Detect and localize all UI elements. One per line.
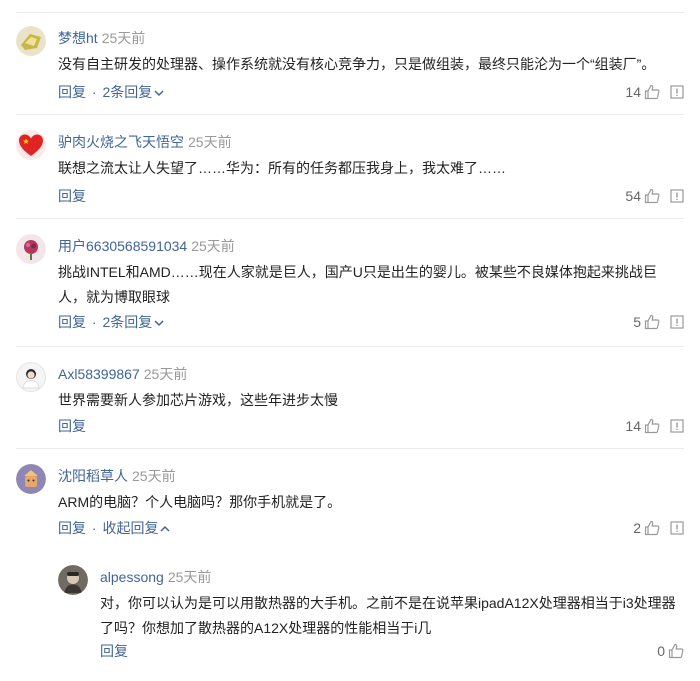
avatar[interactable] — [16, 464, 46, 494]
timestamp: 25天前 — [188, 134, 232, 150]
comment-actions: 回复 · 收起回复 — [58, 518, 170, 538]
comment-meta: 沈阳稻草人 25天前 — [58, 466, 176, 486]
comment-text: ARM的电脑？个人电脑吗？那你手机就是了。 — [58, 494, 342, 510]
report-icon[interactable] — [670, 189, 684, 203]
comment-actions: 回复 — [58, 416, 86, 436]
thumbs-up-icon[interactable] — [668, 643, 684, 659]
report-icon[interactable] — [670, 521, 684, 535]
comment-meta: alpessong 25天前 — [100, 567, 211, 587]
username[interactable]: 用户6630568591034 — [58, 238, 187, 254]
chevron-down-icon — [154, 90, 164, 97]
avatar[interactable] — [58, 565, 88, 595]
reply-button[interactable]: 回复 — [58, 84, 86, 100]
comment-meta: 用户6630568591034 25天前 — [58, 236, 235, 256]
chevron-down-icon — [154, 320, 164, 327]
comment-actions: 回复 · 2条回复 — [58, 312, 164, 332]
comment-item: 沈阳稻草人 25天前 ARM的电脑？个人电脑吗？那你手机就是了。 回复 · 收起回… — [16, 464, 684, 554]
reply-button[interactable]: 回复 — [100, 643, 128, 659]
comment-meta: 梦想ht 25天前 — [58, 28, 145, 48]
view-replies-label: 2条回复 — [102, 314, 153, 330]
comment-item: Axl58399867 25天前 世界需要新人参加芯片游戏，这些年进步太慢 回复 … — [16, 362, 684, 449]
comment-stats: 14 — [625, 416, 684, 436]
reply-button[interactable]: 回复 — [58, 520, 86, 536]
like-count: 2 — [633, 520, 641, 536]
comment-item: 用户6630568591034 25天前 挑战INTEL和AMD……现在人家就是巨… — [16, 234, 684, 347]
thumbs-up-icon[interactable] — [644, 314, 660, 330]
reply-button[interactable]: 回复 — [58, 314, 86, 330]
chevron-up-icon — [160, 526, 170, 532]
like-count: 54 — [625, 188, 641, 204]
view-replies-button[interactable]: 2条回复 — [102, 314, 164, 330]
comment-stats: 2 — [633, 518, 684, 538]
timestamp: 25天前 — [132, 468, 176, 484]
comment-item: 梦想ht 25天前 没有自主研发的处理器、操作系统就没有核心竞争力，只是做组装，最… — [16, 26, 684, 115]
username[interactable]: Axl58399867 — [58, 366, 140, 382]
report-icon[interactable] — [670, 315, 684, 329]
separator-dot: · — [91, 84, 97, 100]
reply-button[interactable]: 回复 — [58, 418, 86, 434]
avatar[interactable] — [16, 234, 46, 264]
report-icon[interactable] — [670, 419, 684, 433]
avatar[interactable] — [16, 130, 46, 160]
like-count: 0 — [657, 643, 665, 659]
view-replies-button[interactable]: 2条回复 — [102, 84, 164, 100]
comment-meta: Axl58399867 25天前 — [58, 364, 187, 384]
comment-stats: 14 — [625, 82, 684, 102]
thumbs-up-icon[interactable] — [644, 84, 660, 100]
comment-text: 世界需要新人参加芯片游戏，这些年进步太慢 — [58, 392, 338, 408]
comment-item: 驴肉火烧之飞天悟空 25天前 联想之流太让人失望了……华为：所有的任务都压我身上，… — [16, 130, 684, 219]
like-count: 14 — [625, 418, 641, 434]
thumbs-up-icon[interactable] — [644, 188, 660, 204]
timestamp: 25天前 — [191, 238, 235, 254]
comment-meta: 驴肉火烧之飞天悟空 25天前 — [58, 132, 232, 152]
separator-dot: · — [91, 520, 97, 536]
collapse-replies-button[interactable]: 收起回复 — [102, 520, 170, 536]
top-divider — [16, 12, 684, 13]
reply-item: alpessong 25天前 对，你可以认为是可以用散热器的大手机。之前不是在说苹… — [58, 565, 684, 665]
comment-text: 对，你可以认为是可以用散热器的大手机。之前不是在说苹果ipadA12X处理器相当… — [100, 595, 676, 636]
comment-text: 联想之流太让人失望了……华为：所有的任务都压我身上，我太难了…… — [58, 160, 506, 176]
comment-stats: 5 — [633, 312, 684, 332]
separator-dot: · — [91, 314, 97, 330]
avatar[interactable] — [16, 362, 46, 392]
comment-text: 没有自主研发的处理器、操作系统就没有核心竞争力，只是做组装，最终只能沦为一个“组… — [58, 56, 656, 72]
thumbs-up-icon[interactable] — [644, 520, 660, 536]
timestamp: 25天前 — [167, 569, 212, 585]
view-replies-label: 2条回复 — [102, 84, 153, 100]
report-icon[interactable] — [670, 85, 684, 99]
comment-actions: 回复 · 2条回复 — [58, 82, 164, 102]
reply-button[interactable]: 回复 — [58, 188, 86, 204]
username[interactable]: 梦想ht — [58, 30, 98, 46]
comment-actions: 回复 — [100, 641, 128, 661]
username[interactable]: 驴肉火烧之飞天悟空 — [58, 134, 184, 150]
like-count: 14 — [625, 84, 641, 100]
like-count: 5 — [633, 314, 641, 330]
timestamp: 25天前 — [101, 30, 146, 46]
comment-stats: 0 — [657, 641, 684, 661]
comment-text: 挑战INTEL和AMD……现在人家就是巨人，国产U只是出生的婴儿。被某些不良媒体… — [58, 264, 657, 305]
collapse-replies-label: 收起回复 — [102, 520, 159, 536]
avatar[interactable] — [16, 26, 46, 56]
comment-stats: 54 — [625, 186, 684, 206]
thumbs-up-icon[interactable] — [644, 418, 660, 434]
comment-actions: 回复 — [58, 186, 86, 206]
username[interactable]: alpessong — [100, 569, 164, 585]
username[interactable]: 沈阳稻草人 — [58, 468, 128, 484]
timestamp: 25天前 — [143, 366, 188, 382]
